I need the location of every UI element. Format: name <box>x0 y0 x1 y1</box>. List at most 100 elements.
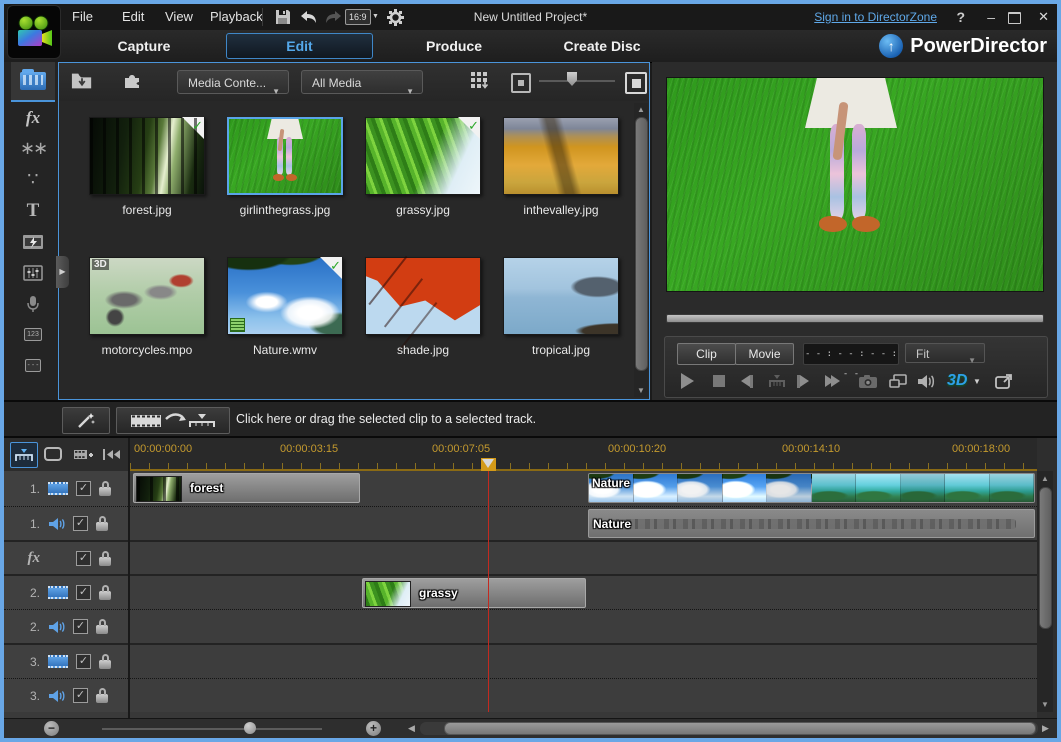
sidebar-item-chapter-room[interactable]: 123 <box>11 319 55 350</box>
tab-edit-active[interactable]: Edit <box>226 33 373 59</box>
track-header-video-3[interactable]: 3. ✓ <box>4 643 128 678</box>
media-thumbnail-selected[interactable] <box>227 117 343 195</box>
track-audio-2[interactable] <box>130 609 1037 643</box>
previous-frame-button[interactable] <box>741 369 753 393</box>
preview-seek-bar[interactable] <box>666 314 1044 323</box>
timeline-clip-nature-video[interactable]: Nature <box>588 473 1035 503</box>
thumbnail-size-slider-handle[interactable] <box>567 72 577 86</box>
aspect-caret-icon[interactable]: ▼ <box>372 13 379 20</box>
track-audio-3[interactable] <box>130 678 1037 712</box>
sidebar-item-subtitle-room[interactable]: - - - <box>11 350 55 381</box>
stop-button[interactable] <box>713 369 725 393</box>
media-thumbnail[interactable]: ✓ <box>89 117 205 195</box>
track-lock-icon[interactable] <box>96 522 108 531</box>
track-header-audio-1[interactable]: 1. ✓ <box>4 506 128 540</box>
maximize-button[interactable] <box>1008 12 1021 24</box>
menu-playback[interactable]: Playback <box>204 4 269 30</box>
snap-align-button[interactable] <box>98 442 124 466</box>
track-video-1[interactable]: forest Nature <box>130 471 1037 506</box>
redo-icon[interactable] <box>322 7 344 27</box>
import-media-icon[interactable] <box>71 71 93 91</box>
media-thumbnail[interactable]: ✓ <box>227 257 343 335</box>
step-marker-button[interactable] <box>769 369 785 393</box>
undock-preview-icon[interactable] <box>995 369 1013 393</box>
media-type-filter-dropdown[interactable]: All Media▼ <box>301 70 423 94</box>
timeline-scrollbar-vertical[interactable]: ▲ ▼ <box>1037 471 1053 712</box>
storyboard-view-button[interactable] <box>40 442 66 466</box>
playhead-line[interactable] <box>488 471 489 712</box>
track-enable-checkbox[interactable]: ✓ <box>73 688 88 703</box>
clip-mode-button[interactable]: Clip <box>677 343 736 365</box>
track-enable-checkbox[interactable]: ✓ <box>73 619 88 634</box>
track-video-2[interactable]: grassy <box>130 574 1037 609</box>
track-header-video-2[interactable]: 2. ✓ <box>4 574 128 609</box>
track-lock-icon[interactable] <box>99 591 111 600</box>
track-enable-checkbox[interactable]: ✓ <box>76 585 91 600</box>
zoom-in-button[interactable]: + <box>366 721 381 736</box>
media-thumbnail[interactable] <box>503 257 619 335</box>
zoom-slider-handle[interactable] <box>244 722 256 734</box>
next-frame-button[interactable] <box>797 369 809 393</box>
track-enable-checkbox[interactable]: ✓ <box>76 551 91 566</box>
menu-file[interactable]: File <box>66 4 99 30</box>
3d-caret-icon[interactable]: ▼ <box>973 369 981 393</box>
thumbnail-size-slider-track[interactable] <box>539 80 615 82</box>
movie-mode-button[interactable]: Movie <box>735 343 794 365</box>
timeline-clip-forest[interactable]: forest <box>133 473 360 503</box>
library-scrollbar[interactable]: ▲ ▼ <box>634 103 648 397</box>
menu-view[interactable]: View <box>159 4 199 30</box>
track-enable-checkbox[interactable]: ✓ <box>76 654 91 669</box>
scroll-up-icon[interactable]: ▲ <box>1037 474 1053 483</box>
media-item-girlinthegrass[interactable]: girlinthegrass.jpg <box>227 117 343 195</box>
help-button[interactable]: ? <box>956 4 965 30</box>
track-lock-icon[interactable] <box>99 487 111 496</box>
zoom-slider-track[interactable] <box>102 728 322 730</box>
sidebar-item-audio-mixing-room[interactable] <box>11 257 55 288</box>
track-enable-checkbox[interactable]: ✓ <box>76 481 91 496</box>
preview-video-area[interactable] <box>666 77 1044 292</box>
zoom-fit-dropdown[interactable]: Fit▼ <box>905 343 985 363</box>
sidebar-item-title-room[interactable]: T <box>11 195 55 226</box>
track-lock-icon[interactable] <box>99 557 111 566</box>
magic-wand-button[interactable] <box>62 407 110 434</box>
sidebar-item-particle-room[interactable]: ∵ <box>11 164 55 195</box>
media-thumbnail[interactable]: ✓ <box>365 117 481 195</box>
track-video-3[interactable] <box>130 643 1037 678</box>
thumbnail-size-large-icon[interactable] <box>625 72 647 94</box>
sidebar-item-media-room[interactable] <box>11 62 55 102</box>
timeline-ruler[interactable]: 00:00:00:00 00:00:03:15 00:00:07:05 00:0… <box>130 438 1037 471</box>
timecode-display[interactable]: - - : - - : - - : - - <box>803 343 899 365</box>
tab-produce[interactable]: Produce <box>384 30 524 62</box>
fast-forward-button[interactable] <box>825 369 840 393</box>
playhead-marker[interactable] <box>481 458 496 471</box>
zoom-out-button[interactable]: − <box>44 721 59 736</box>
timeline-clip-nature-audio[interactable]: Nature <box>588 509 1035 538</box>
track-lock-icon[interactable] <box>96 694 108 703</box>
track-header-audio-3[interactable]: 3. ✓ <box>4 678 128 712</box>
track-enable-checkbox[interactable]: ✓ <box>73 516 88 531</box>
track-audio-1[interactable]: Nature <box>130 506 1037 540</box>
panel-expand-tab[interactable]: ▶ <box>56 256 69 288</box>
tab-create-disc[interactable]: Create Disc <box>532 30 672 62</box>
sidebar-item-pip-objects-room[interactable]: ∗∗ <box>11 133 55 164</box>
media-thumbnail[interactable] <box>503 117 619 195</box>
track-header-video-1[interactable]: 1. ✓ <box>4 471 128 506</box>
volume-speaker-icon[interactable] <box>917 369 935 393</box>
close-button[interactable]: ✕ <box>1038 4 1049 30</box>
undo-icon[interactable] <box>298 7 320 27</box>
scroll-up-icon[interactable]: ▲ <box>634 105 648 114</box>
timeline-view-button[interactable] <box>10 442 38 468</box>
play-button[interactable] <box>681 369 694 393</box>
insert-to-track-button[interactable] <box>116 407 230 434</box>
content-filter-dropdown[interactable]: Media Conte...▼ <box>177 70 289 94</box>
aspect-ratio-selector[interactable]: 16:9 <box>345 9 371 25</box>
media-thumbnail[interactable] <box>365 257 481 335</box>
sidebar-item-transition-room[interactable] <box>11 226 55 257</box>
save-icon[interactable] <box>272 7 294 27</box>
settings-gear-icon[interactable] <box>384 7 406 27</box>
3d-toggle-button[interactable]: 3D <box>947 369 967 393</box>
timeline-clip-grassy[interactable]: grassy <box>362 578 586 608</box>
timeline-scrollbar-horizontal[interactable] <box>420 722 1038 735</box>
plugin-puzzle-icon[interactable] <box>121 71 143 91</box>
media-thumbnail[interactable]: 3D <box>89 257 205 335</box>
